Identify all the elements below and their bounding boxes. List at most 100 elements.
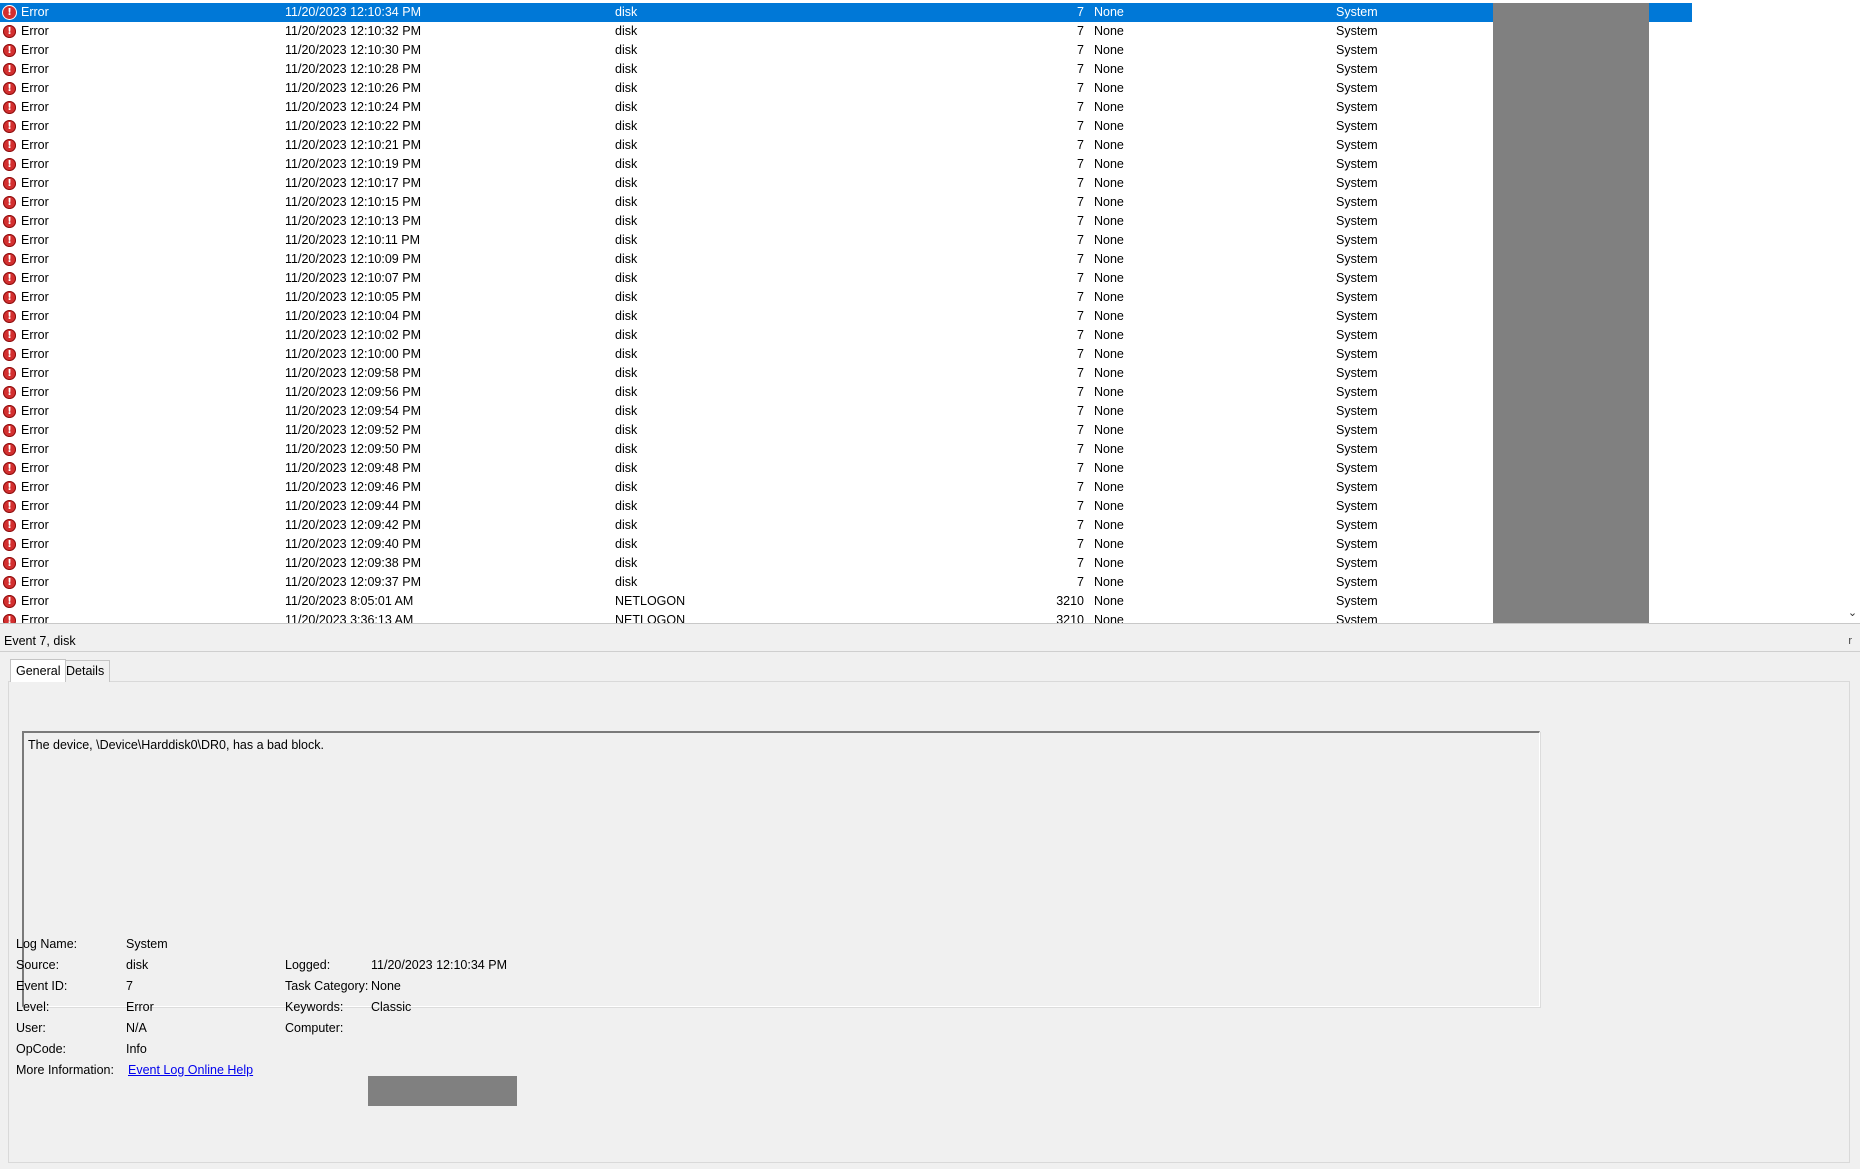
event-date: 11/20/2023 12:09:46 PM	[285, 480, 421, 494]
event-level: Error	[21, 461, 49, 475]
keywords-value: Classic	[371, 1000, 412, 1014]
error-icon: !	[3, 614, 16, 623]
event-log: System	[1336, 309, 1378, 323]
event-log: System	[1336, 404, 1378, 418]
event-task-category: None	[1094, 480, 1124, 494]
event-task-category: None	[1094, 518, 1124, 532]
event-level: Error	[21, 442, 49, 456]
vertical-scrollbar[interactable]: ⌄	[1845, 0, 1860, 623]
error-icon: !	[3, 196, 16, 209]
logged-label: Logged:	[285, 958, 331, 972]
user-label: User:	[16, 1021, 46, 1035]
event-level: Error	[21, 176, 49, 190]
event-task-category: None	[1094, 43, 1124, 57]
event-level: Error	[21, 575, 49, 589]
event-task-category: None	[1094, 328, 1124, 342]
event-source: disk	[615, 138, 638, 152]
event-level: Error	[21, 309, 49, 323]
event-detail-pane: Event 7, disk r The device, \Device\Hard…	[0, 631, 1860, 1169]
event-log: System	[1336, 62, 1378, 76]
error-icon: !	[3, 481, 16, 494]
event-task-category: None	[1094, 499, 1124, 513]
error-icon: !	[3, 424, 16, 437]
event-source: disk	[615, 176, 638, 190]
event-date: 11/20/2023 12:10:32 PM	[285, 24, 421, 38]
event-date: 11/20/2023 3:36:13 AM	[285, 613, 414, 623]
error-icon: !	[3, 234, 16, 247]
more-info-label: More Information:	[16, 1063, 114, 1077]
event-log: System	[1336, 461, 1378, 475]
event-log-help-link[interactable]: Event Log Online Help	[128, 1063, 253, 1077]
error-icon: !	[3, 386, 16, 399]
event-date: 11/20/2023 12:10:19 PM	[285, 157, 421, 171]
event-log: System	[1336, 290, 1378, 304]
error-icon: !	[3, 462, 16, 475]
error-icon: !	[3, 310, 16, 323]
event-level: Error	[21, 328, 49, 342]
event-id: 7	[1077, 81, 1084, 95]
event-task-category: None	[1094, 442, 1124, 456]
event-log: System	[1336, 138, 1378, 152]
event-id: 7	[1077, 157, 1084, 171]
event-task-category: None	[1094, 214, 1124, 228]
event-message: The device, \Device\Harddisk0\DR0, has a…	[28, 738, 324, 752]
event-source: disk	[615, 328, 638, 342]
event-task-category: None	[1094, 613, 1124, 623]
event-level: Error	[21, 81, 49, 95]
event-date: 11/20/2023 12:10:07 PM	[285, 271, 421, 285]
event-id: 7	[1077, 575, 1084, 589]
error-icon: !	[3, 576, 16, 589]
event-log: System	[1336, 556, 1378, 570]
event-log: System	[1336, 24, 1378, 38]
chevron-down-icon[interactable]: ⌄	[1845, 605, 1860, 621]
source-value: disk	[126, 958, 149, 972]
event-id: 7	[1077, 24, 1084, 38]
event-level: Error	[21, 499, 49, 513]
event-source: disk	[615, 537, 638, 551]
error-icon: !	[3, 177, 16, 190]
event-level: Error	[21, 214, 49, 228]
event-id: 7	[1077, 442, 1084, 456]
error-icon: !	[3, 557, 16, 570]
event-id: 7	[1077, 404, 1084, 418]
event-log: System	[1336, 214, 1378, 228]
event-id-value: 7	[126, 979, 133, 993]
event-task-category: None	[1094, 575, 1124, 589]
event-id: 7	[1077, 100, 1084, 114]
event-task-category: None	[1094, 404, 1124, 418]
event-message-box[interactable]: The device, \Device\Harddisk0\DR0, has a…	[22, 731, 1540, 1007]
error-icon: !	[3, 538, 16, 551]
event-date: 11/20/2023 12:10:34 PM	[285, 5, 421, 19]
event-id: 7	[1077, 309, 1084, 323]
event-list[interactable]: ! Error 11/20/2023 12:10:34 PM disk 7 None Sys…	[0, 0, 1860, 623]
event-task-category: None	[1094, 423, 1124, 437]
event-log: System	[1336, 176, 1378, 190]
close-icon[interactable]: r	[1848, 631, 1852, 651]
event-date: 11/20/2023 12:10:02 PM	[285, 328, 421, 342]
event-date: 11/20/2023 12:09:40 PM	[285, 537, 421, 551]
event-source: disk	[615, 119, 638, 133]
event-date: 11/20/2023 12:10:28 PM	[285, 62, 421, 76]
error-icon: !	[3, 329, 16, 342]
task-category-value: None	[371, 979, 401, 993]
event-log: System	[1336, 518, 1378, 532]
error-icon: !	[3, 101, 16, 114]
event-level: Error	[21, 385, 49, 399]
event-log: System	[1336, 43, 1378, 57]
event-level: Error	[21, 100, 49, 114]
event-source: disk	[615, 499, 638, 513]
event-date: 11/20/2023 12:10:13 PM	[285, 214, 421, 228]
event-log: System	[1336, 385, 1378, 399]
error-icon: !	[3, 253, 16, 266]
event-source: disk	[615, 309, 638, 323]
event-date: 11/20/2023 12:09:44 PM	[285, 499, 421, 513]
event-task-category: None	[1094, 24, 1124, 38]
event-row[interactable]: ! Error 11/20/2023 12:10:34 PM disk 7 None Sys…	[0, 3, 1692, 22]
tab-general[interactable]: General	[10, 659, 67, 682]
tab-details[interactable]: Details	[60, 660, 111, 682]
error-icon: !	[3, 348, 16, 361]
event-log: System	[1336, 157, 1378, 171]
error-icon: !	[3, 443, 16, 456]
event-id-label: Event ID:	[16, 979, 68, 993]
event-source: disk	[615, 461, 638, 475]
